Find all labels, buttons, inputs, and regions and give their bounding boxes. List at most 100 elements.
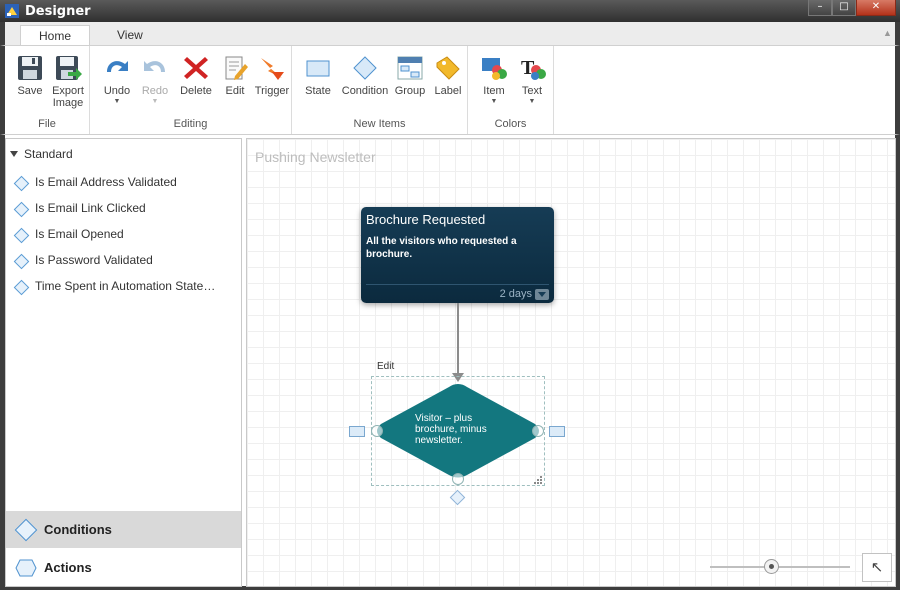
group-label-new-items: New Items [353,118,406,130]
condition-item-label: Is Password Validated [35,253,153,267]
undo-label: Undo [103,85,131,97]
transition-connector[interactable] [457,303,459,375]
condition-button[interactable]: Condition [340,54,390,97]
state-duration: 2 days [499,288,532,300]
condition-diamond-icon [13,253,30,270]
edit-label: Edit [225,85,245,97]
section-standard[interactable]: Standard [10,147,73,161]
text-color-dropdown-icon[interactable]: ▼ [516,98,548,105]
app-icon [5,4,19,18]
anchor-point-right[interactable] [532,425,544,437]
condition-item-label: Is Email Address Validated [35,175,177,189]
group-button[interactable]: Group [392,54,428,97]
ribbon-group-new-items: State Condition Group Label New Items [292,46,468,134]
state-node[interactable]: Brochure Requested All the visitors who … [361,207,554,303]
text-color-button[interactable]: T Text ▼ [516,54,548,105]
group-label-editing: Editing [173,118,208,130]
condition-item-label: Is Email Opened [35,227,124,241]
trigger-label: Trigger [254,85,290,97]
collapse-triangle-icon[interactable] [10,151,18,157]
arrow-up-left-icon: ↖ [870,559,884,576]
zoom-slider-track[interactable] [710,566,850,568]
group-label-colors: Colors [494,118,527,130]
condition-label: Condition [341,85,389,97]
ribbon-group-colors: Item ▼ T Text ▼ Colors [468,46,554,134]
condition-diamond-icon [13,279,30,296]
tab-conditions-label: Conditions [44,522,112,537]
edit-icon [225,56,248,80]
tab-home[interactable]: Home [20,25,91,46]
state-button[interactable]: State [302,54,334,97]
trigger-icon [261,58,284,80]
fit-to-view-button[interactable]: ↖ [862,553,892,582]
section-standard-label: Standard [24,147,73,161]
conditions-diamond-icon [14,518,38,542]
item-color-label: Item [483,85,505,97]
group-label-file: File [38,118,56,130]
condition-text: Visitor – plus brochure, minus newslette… [415,413,487,446]
delete-icon [184,57,208,79]
toolbox-panel: Standard Is Email Address Validated Is E… [5,138,242,587]
save-button[interactable]: Save [15,54,45,97]
condition-diamond-icon [13,227,30,244]
state-description: All the visitors who requested a brochur… [366,236,517,260]
state-icon [306,60,330,77]
maximize-button[interactable]: □ [832,0,856,16]
edit-button[interactable]: Edit [218,54,252,97]
connector-handle-right[interactable] [549,426,565,437]
condition-item-label: Is Email Link Clicked [35,201,146,215]
add-condition-diamond-icon[interactable] [449,489,466,506]
state-label: State [305,85,331,97]
anchor-point-bottom[interactable] [452,473,464,485]
undo-icon [107,61,128,72]
export-image-button[interactable]: Export Image [50,54,86,109]
state-title: Brochure Requested [366,212,486,227]
label-button[interactable]: Label [432,54,464,97]
redo-label: Redo [141,85,169,97]
delete-button[interactable]: Delete [178,54,214,97]
edit-link[interactable]: Edit [377,361,394,372]
save-icon [18,56,42,80]
resize-grip-icon[interactable] [533,475,543,485]
workflow-name: Pushing Newsletter [255,149,376,165]
tab-actions-label: Actions [44,560,92,575]
minimize-button[interactable]: – [808,0,832,16]
tab-actions[interactable]: Actions [6,549,241,586]
save-label: Save [17,85,43,97]
tab-conditions[interactable]: Conditions [6,511,241,548]
anchor-point-left[interactable] [371,425,383,437]
ribbon-collapse-icon[interactable]: ▲ [883,28,892,38]
redo-dropdown-icon[interactable]: ▼ [138,98,172,105]
delete-label: Delete [180,85,212,97]
undo-button[interactable]: Undo ▼ [100,54,134,105]
actions-hexagon-icon [15,559,37,577]
close-button[interactable]: ✕ [856,0,896,16]
trigger-button[interactable]: Trigger [253,54,291,97]
title-bar: Designer – □ ✕ [0,0,900,22]
undo-dropdown-icon[interactable]: ▼ [100,98,134,105]
duration-dropdown-icon[interactable] [535,289,549,300]
item-color-dropdown-icon[interactable]: ▼ [478,98,510,105]
design-canvas[interactable]: Pushing Newsletter Brochure Requested Al… [246,138,896,587]
redo-icon [144,61,165,72]
connector-handle-left[interactable] [349,426,365,437]
condition-icon [353,56,377,80]
state-divider [366,284,549,285]
group-label: Group [394,85,426,97]
ribbon: Save Export Image File Undo ▼ Redo ▼ Del… [0,45,900,135]
ribbon-group-file: Save Export Image File [5,46,90,134]
window-title: Designer [25,4,91,19]
text-color-icon: T [521,57,546,80]
zoom-slider-thumb[interactable] [764,559,779,574]
ribbon-group-editing: Undo ▼ Redo ▼ Delete Edit Trigger Editin… [90,46,292,134]
item-color-button[interactable]: Item ▼ [478,54,510,105]
condition-diamond-icon [13,175,30,192]
tab-view[interactable]: View [99,25,161,46]
condition-item-label: Time Spent in Automation State… [35,279,216,293]
export-image-label: Export Image [52,85,84,109]
label-label: Label [434,85,462,97]
text-color-label: Text [521,85,543,97]
ribbon-tabs: Home View ▲ [0,22,900,46]
redo-button[interactable]: Redo ▼ [138,54,172,105]
condition-diamond-icon [13,201,30,218]
